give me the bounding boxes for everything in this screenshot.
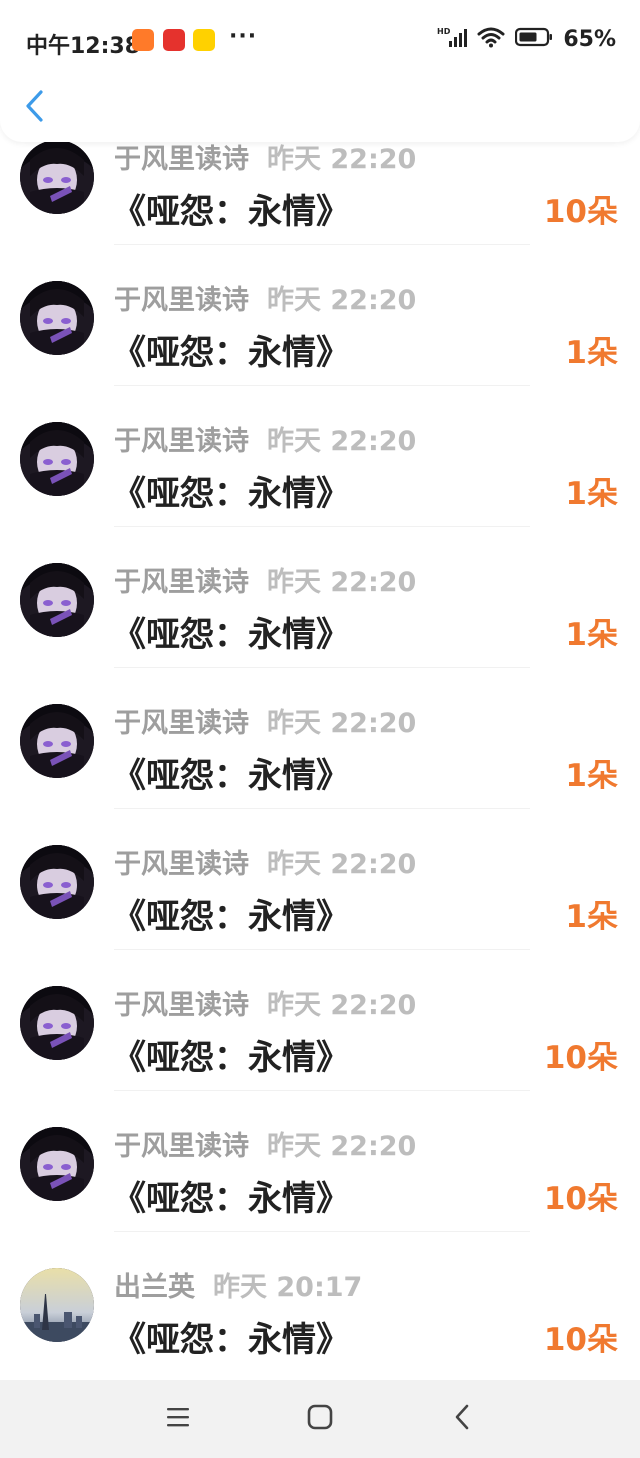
work-title[interactable]: 《哑怨：永情》 xyxy=(112,325,350,374)
gift-count: 1朵 xyxy=(565,617,618,653)
work-title[interactable]: 《哑怨：永情》 xyxy=(112,184,350,233)
record-meta: 于风里读诗 昨天 22:20 xyxy=(114,278,416,317)
gift-count: 10朵 xyxy=(543,1322,618,1358)
record-meta: 于风里读诗 昨天 22:20 xyxy=(114,701,416,740)
status-more: ··· xyxy=(229,24,258,49)
page: 于风里读诗 昨天 22:20 《哑怨：永情》 10朵 于风里读诗 昨天 22:20 … xyxy=(0,0,640,1458)
list-item[interactable]: 于风里读诗 昨天 22:20 《哑怨：永情》 10朵 xyxy=(0,950,640,1091)
list-item[interactable]: 于风里读诗 昨天 22:20 《哑怨：永情》 1朵 xyxy=(0,245,640,386)
work-title[interactable]: 《哑怨：永情》 xyxy=(112,1171,350,1220)
gift-count: 1朵 xyxy=(565,899,618,935)
record-time: 昨天 22:20 xyxy=(267,144,417,175)
user-name[interactable]: 于风里读诗 xyxy=(114,144,249,175)
record-meta: 于风里读诗 昨天 22:20 xyxy=(114,419,416,458)
user-name[interactable]: 于风里读诗 xyxy=(114,567,249,598)
avatar[interactable] xyxy=(20,281,94,355)
record-time: 昨天 22:20 xyxy=(267,426,417,457)
record-meta: 出兰英 昨天 20:17 xyxy=(114,1265,362,1304)
work-title[interactable]: 《哑怨：永情》 xyxy=(112,1030,350,1079)
status-time: 中午12:38 xyxy=(26,34,141,59)
avatar[interactable] xyxy=(20,704,94,778)
record-time: 昨天 22:20 xyxy=(267,285,417,316)
work-title[interactable]: 《哑怨：永情》 xyxy=(112,889,350,938)
gift-count: 1朵 xyxy=(565,758,618,794)
user-name[interactable]: 于风里读诗 xyxy=(114,285,249,316)
avatar[interactable] xyxy=(20,422,94,496)
svg-text:HD: HD xyxy=(437,27,451,36)
record-time: 昨天 22:20 xyxy=(267,708,417,739)
meituan-icon xyxy=(193,29,215,51)
record-time: 昨天 22:20 xyxy=(267,567,417,598)
avatar[interactable] xyxy=(20,1127,94,1201)
list-item[interactable]: 于风里读诗 昨天 22:20 《哑怨：永情》 1朵 xyxy=(0,386,640,527)
record-meta: 于风里读诗 昨天 22:20 xyxy=(114,1124,416,1163)
record-meta: 于风里读诗 昨天 22:20 xyxy=(114,842,416,881)
user-name[interactable]: 于风里读诗 xyxy=(114,426,249,457)
status-bar: 中午12:38 ··· HD 65% xyxy=(0,0,640,80)
record-time: 昨天 22:20 xyxy=(267,1131,417,1162)
battery-icon xyxy=(515,27,553,51)
avatar[interactable] xyxy=(20,986,94,1060)
gift-count: 1朵 xyxy=(565,476,618,512)
system-nav-bar xyxy=(0,1380,640,1458)
user-name[interactable]: 于风里读诗 xyxy=(114,990,249,1021)
header: 中午12:38 ··· HD 65% xyxy=(0,0,640,142)
recent-apps-button[interactable] xyxy=(163,1404,193,1434)
home-square-icon xyxy=(306,1403,334,1435)
user-name[interactable]: 于风里读诗 xyxy=(114,1131,249,1162)
user-name[interactable]: 于风里读诗 xyxy=(114,708,249,739)
avatar[interactable] xyxy=(20,845,94,919)
signal-icon: HD xyxy=(437,26,468,52)
work-title[interactable]: 《哑怨：永情》 xyxy=(112,748,350,797)
system-back-button[interactable] xyxy=(447,1404,477,1434)
record-time: 昨天 20:17 xyxy=(213,1272,363,1303)
list-item[interactable]: 于风里读诗 昨天 22:20 《哑怨：永情》 1朵 xyxy=(0,527,640,668)
record-meta: 于风里读诗 昨天 22:20 xyxy=(114,983,416,1022)
user-name[interactable]: 于风里读诗 xyxy=(114,849,249,880)
gift-count: 10朵 xyxy=(543,1040,618,1076)
gift-count: 1朵 xyxy=(565,335,618,371)
list-item[interactable]: 出兰英 昨天 20:17 《哑怨：永情》 10朵 xyxy=(0,1232,640,1373)
back-button[interactable] xyxy=(20,88,50,128)
gift-count: 10朵 xyxy=(543,1181,618,1217)
work-title[interactable]: 《哑怨：永情》 xyxy=(112,607,350,656)
record-time: 昨天 22:20 xyxy=(267,990,417,1021)
avatar[interactable] xyxy=(20,140,94,214)
menu-icon xyxy=(165,1406,191,1432)
work-title[interactable]: 《哑怨：永情》 xyxy=(112,466,350,515)
work-title[interactable]: 《哑怨：永情》 xyxy=(112,1312,350,1361)
battery-percent: 65% xyxy=(563,26,616,52)
avatar[interactable] xyxy=(20,563,94,637)
wifi-icon xyxy=(477,26,505,52)
avatar[interactable] xyxy=(20,1268,94,1342)
gift-record-list: 于风里读诗 昨天 22:20 《哑怨：永情》 10朵 于风里读诗 昨天 22:20 … xyxy=(0,104,640,1373)
list-item[interactable]: 于风里读诗 昨天 22:20 《哑怨：永情》 10朵 xyxy=(0,1091,640,1232)
user-name[interactable]: 出兰英 xyxy=(114,1272,195,1303)
nav-bar xyxy=(0,80,640,140)
taobao-icon xyxy=(132,29,154,51)
list-item[interactable]: 于风里读诗 昨天 22:20 《哑怨：永情》 1朵 xyxy=(0,668,640,809)
gift-count: 10朵 xyxy=(543,194,618,230)
record-time: 昨天 22:20 xyxy=(267,849,417,880)
record-meta: 于风里读诗 昨天 22:20 xyxy=(114,560,416,599)
home-button[interactable] xyxy=(305,1404,335,1434)
record-meta: 于风里读诗 昨天 22:20 xyxy=(114,137,416,176)
back-arrow-icon xyxy=(451,1403,473,1435)
list-item[interactable]: 于风里读诗 昨天 22:20 《哑怨：永情》 1朵 xyxy=(0,809,640,950)
chevron-left-icon xyxy=(24,89,46,127)
status-indicators: HD 65% xyxy=(437,26,616,52)
kanshan-icon xyxy=(163,29,185,51)
